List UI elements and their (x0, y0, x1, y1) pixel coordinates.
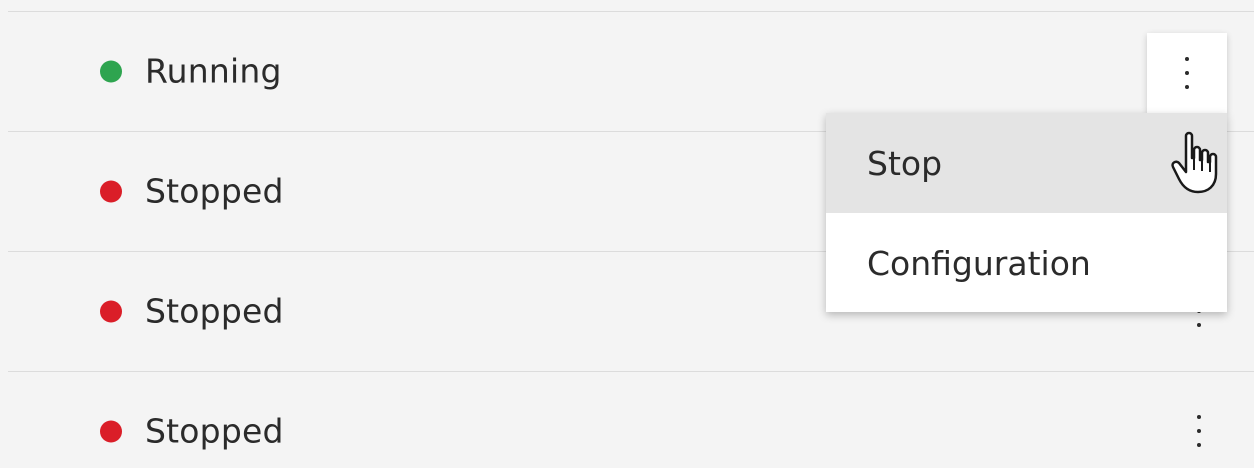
menu-item-stop[interactable]: Stop (826, 113, 1227, 213)
instance-status-list: Running Stopped Stopped Stopped Stop Con… (0, 0, 1254, 468)
status-indicator: Running (100, 52, 282, 91)
status-dot-icon (100, 300, 122, 322)
overflow-menu-vertical-icon[interactable] (1188, 411, 1210, 451)
overflow-menu: Stop Configuration (826, 113, 1227, 312)
menu-item-label: Stop (867, 143, 943, 183)
status-dot-icon (100, 60, 122, 82)
status-label: Stopped (145, 171, 284, 211)
overflow-menu-vertical-icon (1176, 53, 1198, 93)
status-dot-icon (100, 420, 122, 442)
status-dot-icon (100, 180, 122, 202)
status-label: Running (145, 51, 282, 91)
status-label: Stopped (145, 291, 284, 331)
overflow-menu-button[interactable] (1147, 33, 1227, 113)
menu-item-configuration[interactable]: Configuration (826, 213, 1227, 313)
status-indicator: Stopped (100, 292, 284, 331)
status-label: Stopped (145, 411, 284, 451)
status-indicator: Stopped (100, 172, 284, 211)
menu-item-label: Configuration (867, 243, 1091, 283)
status-indicator: Stopped (100, 412, 284, 451)
list-item: Stopped (0, 371, 1254, 468)
